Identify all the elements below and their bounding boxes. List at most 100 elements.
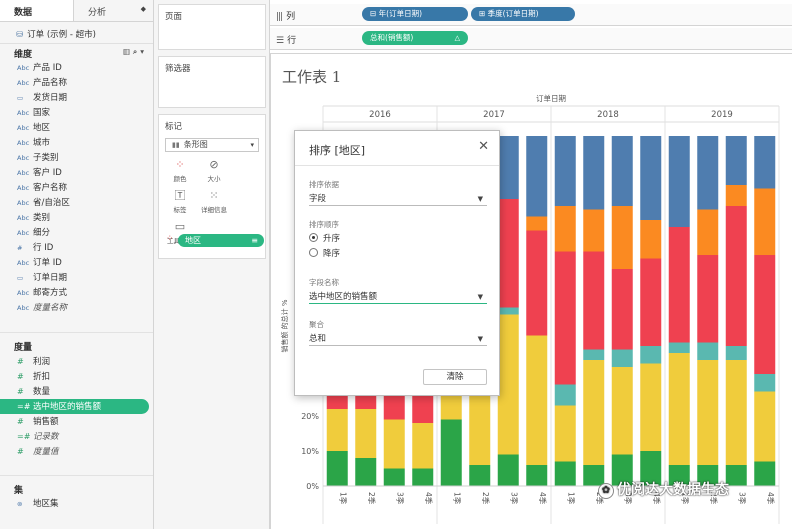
view-grid-icon[interactable]: ▥ [123,47,133,56]
date-icon: ⊞ [479,9,488,18]
bar-segment-red [640,258,662,346]
dimension-field[interactable]: Abc 子类别 [0,151,153,166]
bar-segment-green [383,468,405,486]
quarter-tick-label: 4季 [538,492,548,505]
set-field[interactable]: ⊚ 地区集 [0,497,153,512]
tab-analysis[interactable]: 分析 ◆ [74,0,154,21]
measures-header: 度量 [0,337,153,354]
pages-card[interactable]: 页面 [158,4,266,50]
dimension-field[interactable]: Abc 客户 ID [0,166,153,181]
dimension-field[interactable]: ▭ 发货日期 [0,91,153,106]
clear-button[interactable]: 清除 [423,369,487,385]
year-header-label: 2016 [369,110,391,120]
dimension-field[interactable]: Abc 地区 [0,121,153,136]
dimension-field[interactable]: Abc 城市 [0,136,153,151]
dimension-field[interactable]: Abc 度量名称 [0,301,153,316]
aggregation-select[interactable]: 总和 ▼ [309,332,487,346]
bar-segment-yellow [383,419,405,469]
datasource[interactable]: ⛁ 订单 (示例 - 超市) [0,22,153,44]
quarter-tick-label: 4季 [766,492,776,505]
tab-data[interactable]: 数据 [0,0,74,21]
tab-menu-icon[interactable]: ◆ [141,5,146,13]
sum-sales-pill[interactable]: 总和(销售额) △ [362,31,468,45]
dimension-field[interactable]: Abc 产品名称 [0,76,153,91]
dimension-field[interactable]: ▭ 订单日期 [0,271,153,286]
data-pane: 数据 分析 ◆ ⛁ 订单 (示例 - 超市) 维度 ▥⌕▾ Abc 产品 ID Abc… [0,0,154,529]
aggregation-value: 总和 [309,334,327,344]
columns-shelf[interactable]: ||| 列 ⊟ 年(订单日期) ⊞ 季度(订单日期) [270,4,792,26]
field-type-icon: Abc [17,199,30,207]
quarter-tick-label: 2季 [367,492,377,505]
field-type-icon: Abc [17,79,30,87]
dimension-field[interactable]: Abc 细分 [0,226,153,241]
bar-segment-green [412,468,434,486]
quarter-tick-label: 1季 [566,492,576,505]
year-order-date-pill[interactable]: ⊟ 年(订单日期) [362,7,468,21]
dimension-field[interactable]: # 行 ID [0,241,153,256]
dimension-field[interactable]: Abc 订单 ID [0,256,153,271]
dimension-field[interactable]: Abc 产品 ID [0,61,153,76]
size-button[interactable]: ⊘ 大小 [199,157,229,185]
size-icon: ⊘ [209,158,219,171]
measure-field[interactable]: =# 记录数 [0,429,153,444]
field-type-icon: # [17,372,24,381]
menu-chevron-icon[interactable]: ▾ [140,47,147,56]
rows-shelf-label: ☰ 行 [276,33,296,46]
field-name: 订单 ID [33,258,62,268]
field-name: 子类别 [33,153,59,163]
close-icon[interactable]: ✕ [478,139,489,154]
bar-segment-teal [668,342,690,353]
dimension-field[interactable]: Abc 邮寄方式 [0,286,153,301]
field-name: 客户名称 [33,183,68,193]
bar-segment-orange [611,206,633,269]
color-dots-icon: ⁘ [175,158,185,171]
field-type-icon: Abc [17,169,30,177]
quarter-order-date-pill[interactable]: ⊞ 季度(订单日期) [471,7,575,21]
field-name: 选中地区的销售额 [33,402,102,412]
label-button[interactable]: 🅃 标签 [165,188,195,216]
bar-segment-red [725,206,747,346]
measure-field[interactable]: # 销售额 [0,414,153,429]
color-field-pill-row: ⁘ 地区 ≡ [164,234,264,247]
bar-segment-yellow [526,335,548,465]
bar-segment-red [583,251,605,350]
rows-shelf[interactable]: ☰ 行 总和(销售额) △ [270,28,792,50]
sum-sales-pill-label: 总和(销售额) [370,33,414,42]
bar-segment-yellow [412,423,434,469]
sort-by-select[interactable]: 字段 ▼ [309,192,487,206]
mark-type-dropdown[interactable]: ▮▮ 条形图 ▾ [165,138,259,152]
aggregation-label: 聚合 [309,320,324,329]
field-name: 度量值 [33,447,59,457]
measure-field[interactable]: # 折扣 [0,369,153,384]
measure-field[interactable]: # 数量 [0,384,153,399]
field-name: 度量名称 [33,303,68,313]
bar-segment-teal [697,342,719,360]
color-button[interactable]: ⁘ 颜色 [165,157,195,185]
descending-label: 降序 [323,249,341,259]
sort-by-value: 字段 [309,194,327,204]
bar-segment-orange [526,216,548,231]
field-type-icon: =# [17,402,31,411]
dimension-field[interactable]: Abc 客户名称 [0,181,153,196]
field-name-select[interactable]: 选中地区的销售额 ▼ [309,290,487,304]
filters-card[interactable]: 筛选器 [158,56,266,108]
bar-segment-yellow [326,409,348,451]
measure-field[interactable]: # 度量值 [0,444,153,459]
detail-button[interactable]: ⁙ 详细信息 [199,188,229,216]
dimension-field[interactable]: Abc 省/自治区 [0,196,153,211]
sort-ascending-icon: ≡ [251,236,258,245]
field-type-icon: Abc [17,184,30,192]
field-type-icon: Abc [17,289,30,297]
measure-field[interactable]: # 利润 [0,354,153,369]
region-color-pill[interactable]: 地区 ≡ [178,234,264,247]
tooltip-icon: ▭ [174,220,186,233]
field-type-icon: Abc [17,259,30,267]
dimension-field[interactable]: Abc 类别 [0,211,153,226]
order-descending-radio[interactable]: 降序 [309,248,340,260]
measure-field[interactable]: =# 选中地区的销售额 [0,399,149,414]
dialog-title: 排序 [地区] [309,144,366,157]
order-ascending-radio[interactable]: 升序 [309,233,340,245]
rows-label: 行 [287,36,297,46]
bar-segment-yellow [668,353,690,465]
dimension-field[interactable]: Abc 国家 [0,106,153,121]
